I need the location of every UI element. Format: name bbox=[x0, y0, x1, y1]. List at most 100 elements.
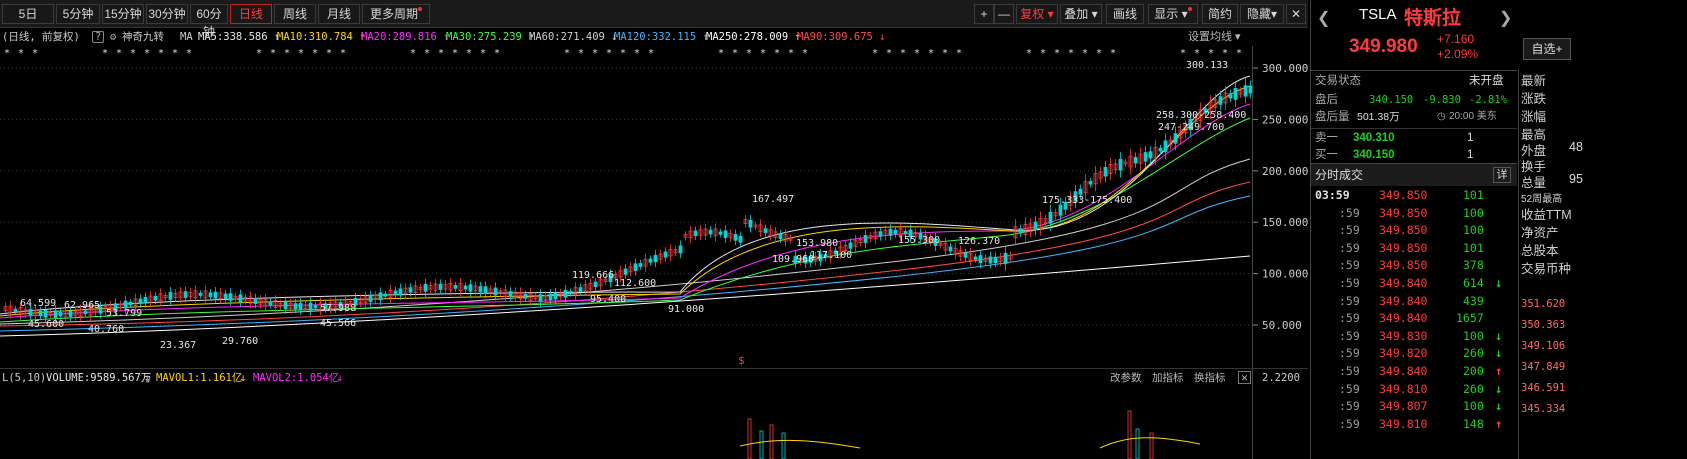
star-marker-icon: * bbox=[424, 48, 430, 59]
simple-mode-button[interactable]: 简约 bbox=[1202, 4, 1238, 24]
tick-price: 349.850 bbox=[1379, 188, 1428, 202]
indicator-name[interactable]: 神奇九转 bbox=[122, 28, 164, 46]
volume-bar bbox=[747, 418, 752, 459]
tick-time: :59 bbox=[1339, 381, 1360, 396]
tick-price: 349.850 bbox=[1379, 205, 1428, 220]
after-hours-pct: -2.81% bbox=[1469, 94, 1507, 106]
candle-body bbox=[888, 228, 893, 236]
arrow-down-icon: ↓ bbox=[1495, 276, 1503, 290]
hide-label: 隐藏 bbox=[1246, 7, 1271, 21]
candle-body bbox=[623, 268, 628, 275]
candle-body bbox=[143, 296, 148, 304]
candle-body bbox=[208, 292, 213, 298]
tick-row: :59 349.820 260 ↓ bbox=[1311, 345, 1517, 363]
price-annotation: 117.100 bbox=[810, 250, 852, 261]
volume-arrow-icon: ↓ bbox=[144, 372, 151, 384]
after-hours-volume-row: 盘后量 501.38万 ◷ 20:00 美东 bbox=[1311, 108, 1517, 126]
add-watchlist-button[interactable]: 自选+ bbox=[1523, 38, 1571, 60]
tick-detail-button[interactable]: 详 bbox=[1493, 167, 1511, 183]
star-marker-icon: * bbox=[900, 48, 906, 59]
stat-label: 收益TTM bbox=[1521, 208, 1572, 222]
tick-row: :59 349.840 439 bbox=[1311, 293, 1517, 311]
help-icon[interactable]: ? bbox=[92, 31, 104, 43]
mini-price-label: 351.620 bbox=[1521, 298, 1566, 310]
arrow-up-icon: ↑ bbox=[1495, 416, 1503, 431]
candle-body bbox=[1088, 180, 1093, 185]
candle-body bbox=[1133, 156, 1138, 164]
tick-time: :59 bbox=[1339, 328, 1360, 343]
star-marker-icon: * bbox=[788, 48, 794, 59]
star-marker-icon: * bbox=[928, 48, 934, 59]
candle-body bbox=[1118, 158, 1123, 171]
candle-body bbox=[1103, 166, 1108, 177]
tick-volume: 200 bbox=[1463, 364, 1484, 378]
draw-line-button[interactable]: 画线 bbox=[1106, 4, 1144, 24]
tick-trades-title: 分时成交 bbox=[1315, 168, 1364, 182]
price-annotation: 29.760 bbox=[222, 336, 258, 347]
buy1-label: 买一 bbox=[1315, 149, 1338, 161]
candle-body bbox=[633, 263, 638, 271]
fuquan-label: 复权 bbox=[1020, 7, 1045, 21]
switch-indicator-button[interactable]: 换指标 bbox=[1194, 369, 1226, 387]
period-5min-button[interactable]: 5分钟 bbox=[56, 4, 100, 24]
period-monthly-button[interactable]: 月线 bbox=[318, 4, 360, 24]
ma-label: MA bbox=[180, 31, 193, 43]
tick-time: :59 bbox=[1339, 293, 1360, 308]
tick-volume: 101 bbox=[1463, 240, 1484, 255]
gear-icon[interactable]: ⚙ bbox=[110, 28, 116, 46]
period-more-label: 更多周期 bbox=[369, 7, 418, 21]
candle-body bbox=[128, 301, 133, 306]
zoom-in-button[interactable]: + bbox=[974, 4, 994, 24]
candle-body bbox=[708, 229, 713, 235]
period-daily-button[interactable]: 日线 bbox=[230, 4, 272, 24]
star-marker-icon: * bbox=[438, 48, 444, 59]
star-marker-icon: * bbox=[298, 48, 304, 59]
kline-chart[interactable]: * * * * * * * * * * * * * * * * * * * * * * * * * * * * * * * * * * * * * * * *… bbox=[0, 46, 1308, 366]
mini-price-label: 349.106 bbox=[1521, 340, 1566, 352]
candle-body bbox=[568, 291, 573, 294]
close-icon[interactable]: ✕ bbox=[1238, 371, 1251, 384]
stat-label: 总量 bbox=[1521, 176, 1547, 190]
fuquan-dropdown[interactable]: 复权 ▾ bbox=[1016, 4, 1058, 24]
close-icon[interactable]: ✕ bbox=[1286, 4, 1306, 24]
candle-body bbox=[738, 235, 743, 243]
star-marker-icon: * bbox=[32, 48, 38, 59]
period-5day-button[interactable]: 5日 bbox=[2, 4, 54, 24]
tick-row: :59 349.830 100 ↓ bbox=[1311, 328, 1517, 346]
hide-dropdown[interactable]: 隐藏▾ bbox=[1240, 4, 1284, 24]
star-marker-icon: * bbox=[1180, 48, 1186, 59]
stat-label: 总股本 bbox=[1521, 244, 1559, 258]
period-more-button[interactable]: 更多周期 bbox=[362, 4, 430, 24]
stat-label: 最新 bbox=[1521, 74, 1547, 88]
ma-curve-1 bbox=[0, 195, 1251, 332]
zoom-out-button[interactable]: — bbox=[994, 4, 1014, 24]
star-marker-icon: * bbox=[18, 48, 24, 59]
period-15min-button[interactable]: 15分钟 bbox=[102, 4, 144, 24]
star-marker-icon: * bbox=[648, 48, 654, 59]
candle-body bbox=[268, 301, 273, 306]
next-stock-icon[interactable]: ❯ bbox=[1499, 8, 1512, 28]
display-label: 显示 bbox=[1154, 7, 1179, 21]
tick-time: :59 bbox=[1339, 416, 1360, 431]
period-weekly-button[interactable]: 周线 bbox=[274, 4, 316, 24]
add-indicator-button[interactable]: 加指标 bbox=[1152, 369, 1184, 387]
overlay-dropdown[interactable]: 叠加 ▾ bbox=[1060, 4, 1102, 24]
period-30min-button[interactable]: 30分钟 bbox=[146, 4, 188, 24]
price-annotation: 91.000 bbox=[668, 304, 704, 315]
after-hours-volume: 501.38万 bbox=[1357, 111, 1400, 123]
trade-status-value: 未开盘 bbox=[1469, 75, 1504, 87]
period-60min-button[interactable]: 60分钟 bbox=[190, 4, 228, 39]
chevron-down-icon: ▾ bbox=[1270, 7, 1278, 21]
candle-body bbox=[948, 246, 953, 252]
candle-body bbox=[468, 284, 473, 292]
price-annotation: 23.367 bbox=[160, 340, 196, 351]
star-marker-icon: * bbox=[4, 48, 10, 59]
display-dropdown[interactable]: 显示 ▾ bbox=[1148, 4, 1198, 24]
candle-body bbox=[693, 230, 698, 237]
ma-item-4: MA60:271.409 ↓ bbox=[529, 31, 618, 43]
tick-price: 349.820 bbox=[1379, 346, 1428, 361]
star-marker-icon: * bbox=[802, 48, 808, 59]
ma-settings-dropdown[interactable]: 设置均线 ▾ bbox=[1188, 28, 1241, 46]
prev-stock-icon[interactable]: ❮ bbox=[1317, 8, 1330, 28]
edit-params-button[interactable]: 改参数 bbox=[1110, 369, 1142, 387]
